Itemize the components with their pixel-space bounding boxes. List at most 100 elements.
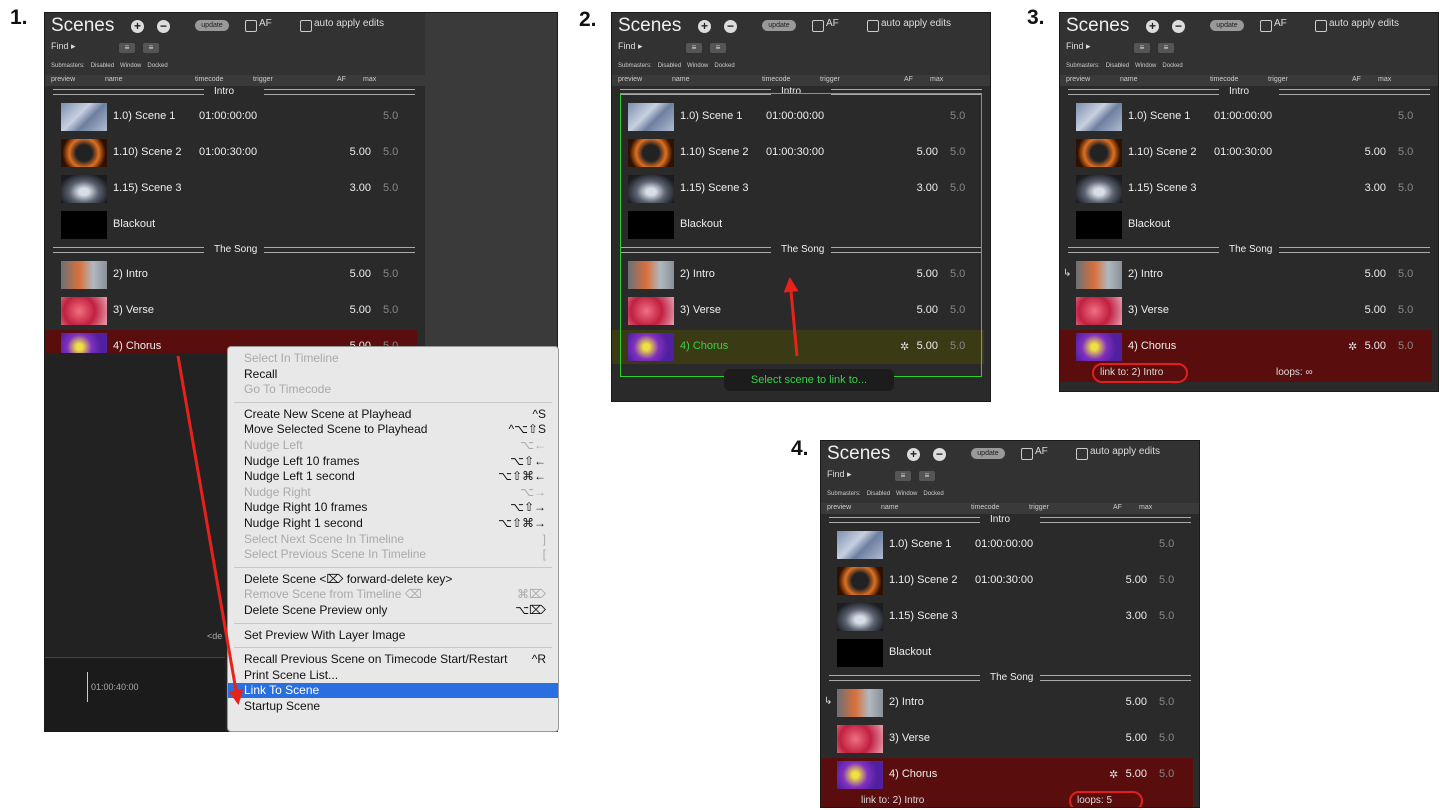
auto-apply-checkbox[interactable] bbox=[1076, 448, 1088, 460]
menu-item-startup-scene[interactable]: Startup Scene bbox=[244, 699, 550, 714]
menu-item-recall-previous-scene-on-timecode-start-restart[interactable]: Recall Previous Scene on Timecode Start/… bbox=[244, 652, 550, 667]
af-checkbox[interactable] bbox=[1260, 20, 1272, 32]
find-field[interactable]: Find ▸ bbox=[618, 41, 643, 52]
scene-af: 5.00 bbox=[349, 146, 371, 158]
menu-item-nudge-right-1-second[interactable]: Nudge Right 1 second ⌥⇧⌘→ bbox=[244, 516, 550, 531]
filter-icon[interactable]: ≡ bbox=[1158, 43, 1174, 53]
docked-tab[interactable]: Docked bbox=[714, 63, 734, 69]
disabled-tab[interactable]: Disabled bbox=[91, 63, 114, 69]
scene-row[interactable]: 4) Chorus 5.00 5.0 ✲ bbox=[1060, 330, 1432, 364]
add-scene-button[interactable]: + bbox=[1146, 20, 1159, 33]
add-scene-button[interactable]: + bbox=[131, 20, 144, 33]
filter-icon[interactable]: ≡ bbox=[1134, 43, 1150, 53]
add-scene-button[interactable]: + bbox=[698, 20, 711, 33]
menu-item-nudge-left-1-second[interactable]: Nudge Left 1 second ⌥⇧⌘← bbox=[244, 469, 550, 484]
scenes-panel-step-4: Scenes + − update AF auto apply edits Find ▸ ≡ ≡… bbox=[820, 440, 1200, 808]
remove-scene-button[interactable]: − bbox=[1172, 20, 1185, 33]
auto-apply-checkbox[interactable] bbox=[867, 20, 879, 32]
window-tab[interactable]: Window bbox=[687, 63, 708, 69]
scene-preview-thumbnail bbox=[628, 175, 674, 203]
scene-row[interactable]: 2) Intro 5.00 5.0 bbox=[45, 258, 417, 292]
af-checkbox[interactable] bbox=[812, 20, 824, 32]
menu-item-shortcut: ⌥⇧⌘→ bbox=[498, 516, 546, 530]
auto-apply-checkbox[interactable] bbox=[1315, 20, 1327, 32]
menu-item-nudge-left-10-frames[interactable]: Nudge Left 10 frames ⌥⇧← bbox=[244, 454, 550, 469]
docked-tab[interactable]: Docked bbox=[923, 491, 943, 497]
window-tab[interactable]: Window bbox=[1135, 63, 1156, 69]
scene-row[interactable]: 1.15) Scene 3 3.00 5.0 bbox=[821, 600, 1193, 634]
scene-row[interactable]: 1.10) Scene 2 01:00:30:00 5.00 5.0 bbox=[45, 136, 417, 170]
remove-scene-button[interactable]: − bbox=[933, 448, 946, 461]
scene-row[interactable]: 1.15) Scene 3 3.00 5.0 bbox=[1060, 172, 1432, 206]
filter-icon[interactable]: ≡ bbox=[686, 43, 702, 53]
af-checkbox[interactable] bbox=[1021, 448, 1033, 460]
scene-row[interactable]: Blackout bbox=[821, 636, 1193, 670]
find-field[interactable]: Find ▸ bbox=[1066, 41, 1091, 52]
scene-row[interactable]: 2) Intro 5.00 5.0 ↳ bbox=[821, 686, 1193, 720]
filter-icon[interactable]: ≡ bbox=[119, 43, 135, 53]
gear-icon[interactable]: ✲ bbox=[1348, 340, 1357, 353]
link-arrow-icon: ↳ bbox=[1063, 268, 1072, 279]
scene-row[interactable]: 3) Verse 5.00 5.0 bbox=[821, 722, 1193, 756]
disabled-tab[interactable]: Disabled bbox=[867, 491, 890, 497]
auto-apply-label: auto apply edits bbox=[314, 18, 385, 29]
scene-row[interactable]: 1.0) Scene 1 01:00:00:00 5.0 bbox=[821, 528, 1193, 562]
scene-row[interactable]: 2) Intro 5.00 5.0 ↳ bbox=[1060, 258, 1432, 292]
link-to-label[interactable]: link to: 2) Intro bbox=[861, 795, 924, 806]
scene-row[interactable]: 3) Verse 5.00 5.0 bbox=[1060, 294, 1432, 328]
filter-icon[interactable]: ≡ bbox=[710, 43, 726, 53]
scene-row[interactable]: 1.0) Scene 1 01:00:00:00 5.0 bbox=[612, 100, 984, 134]
menu-item-delete-scene-preview-only[interactable]: Delete Scene Preview only ⌥⌦ bbox=[244, 603, 550, 618]
menu-item-set-preview-with-layer-image[interactable]: Set Preview With Layer Image bbox=[244, 628, 550, 643]
scene-row[interactable]: 1.0) Scene 1 01:00:00:00 5.0 bbox=[1060, 100, 1432, 134]
scene-row[interactable]: 1.15) Scene 3 3.00 5.0 bbox=[45, 172, 417, 206]
auto-apply-checkbox[interactable] bbox=[300, 20, 312, 32]
scene-row[interactable]: 1.10) Scene 2 01:00:30:00 5.00 5.0 bbox=[612, 136, 984, 170]
loops-label[interactable]: loops: ∞ bbox=[1276, 367, 1313, 378]
menu-item-nudge-right-10-frames[interactable]: Nudge Right 10 frames ⌥⇧→ bbox=[244, 500, 550, 515]
scene-row[interactable]: Blackout bbox=[45, 208, 417, 242]
timeline-playhead[interactable] bbox=[87, 672, 88, 702]
scene-row[interactable]: 2) Intro 5.00 5.0 bbox=[612, 258, 984, 292]
gear-icon[interactable]: ✲ bbox=[1109, 768, 1118, 781]
filter-icon[interactable]: ≡ bbox=[895, 471, 911, 481]
scene-row[interactable]: 4) Chorus 5.00 5.0 ✲ bbox=[821, 758, 1193, 792]
add-scene-button[interactable]: + bbox=[907, 448, 920, 461]
scene-row[interactable]: Blackout bbox=[612, 208, 984, 242]
disabled-tab[interactable]: Disabled bbox=[658, 63, 681, 69]
filter-icon[interactable]: ≡ bbox=[143, 43, 159, 53]
update-button[interactable]: update bbox=[762, 20, 796, 31]
menu-item-recall[interactable]: Recall bbox=[244, 367, 550, 382]
column-af: AF bbox=[337, 76, 346, 83]
gear-icon[interactable]: ✲ bbox=[900, 340, 909, 353]
timeline[interactable]: 01:00:40:00 bbox=[45, 657, 225, 731]
docked-tab[interactable]: Docked bbox=[1162, 63, 1182, 69]
menu-item-delete-scene-forward-delete-key[interactable]: Delete Scene <⌦ forward-delete key> bbox=[244, 572, 550, 587]
find-field[interactable]: Find ▸ bbox=[827, 469, 852, 480]
window-tab[interactable]: Window bbox=[896, 491, 917, 497]
scene-timecode: 01:00:30:00 bbox=[1214, 146, 1273, 158]
scene-row[interactable]: 1.15) Scene 3 3.00 5.0 bbox=[612, 172, 984, 206]
scene-row[interactable]: Blackout bbox=[1060, 208, 1432, 242]
update-button[interactable]: update bbox=[1210, 20, 1244, 31]
scene-row[interactable]: 1.10) Scene 2 01:00:30:00 5.00 5.0 bbox=[821, 564, 1193, 598]
find-field[interactable]: Find ▸ bbox=[51, 41, 76, 52]
af-checkbox[interactable] bbox=[245, 20, 257, 32]
docked-tab[interactable]: Docked bbox=[147, 63, 167, 69]
scene-row[interactable]: 3) Verse 5.00 5.0 bbox=[612, 294, 984, 328]
scene-row[interactable]: 1.0) Scene 1 01:00:00:00 5.0 bbox=[45, 100, 417, 134]
menu-item-link-to-scene[interactable]: Link To Scene bbox=[228, 683, 558, 699]
filter-icon[interactable]: ≡ bbox=[919, 471, 935, 481]
remove-scene-button[interactable]: − bbox=[724, 20, 737, 33]
remove-scene-button[interactable]: − bbox=[157, 20, 170, 33]
menu-item-create-new-scene-at-playhead[interactable]: Create New Scene at Playhead ^S bbox=[244, 407, 550, 422]
scene-row[interactable]: 3) Verse 5.00 5.0 bbox=[45, 294, 417, 328]
scene-row[interactable]: 4) Chorus 5.00 5.0 ✲ bbox=[612, 330, 984, 364]
menu-item-print-scene-list[interactable]: Print Scene List... bbox=[244, 668, 550, 683]
disabled-tab[interactable]: Disabled bbox=[1106, 63, 1129, 69]
window-tab[interactable]: Window bbox=[120, 63, 141, 69]
update-button[interactable]: update bbox=[971, 448, 1005, 459]
scene-row[interactable]: 1.10) Scene 2 01:00:30:00 5.00 5.0 bbox=[1060, 136, 1432, 170]
menu-item-move-selected-scene-to-playhead[interactable]: Move Selected Scene to Playhead ^⌥⇧S bbox=[244, 422, 550, 437]
update-button[interactable]: update bbox=[195, 20, 229, 31]
